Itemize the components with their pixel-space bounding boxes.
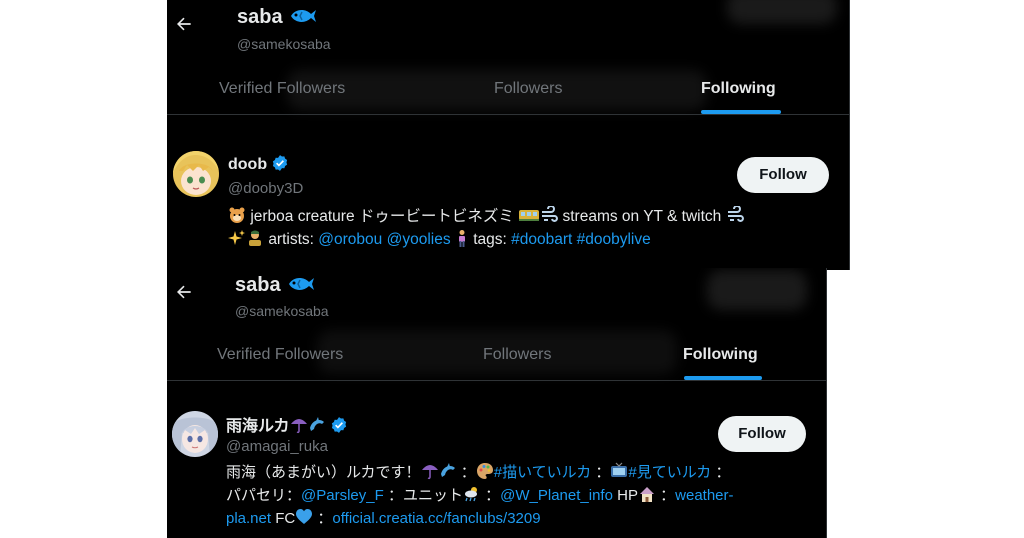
- bio-text: streams on YT & twitch: [562, 208, 722, 225]
- dash-emoji-icon: [542, 206, 559, 222]
- bio-line-2: パパセリ：@Parsley_F ：ユニット ：@W_Planet_info HP…: [226, 484, 734, 507]
- bio-text: ：: [460, 464, 476, 481]
- mention-link[interactable]: @orobou: [318, 231, 382, 248]
- user-name-text: 雨海ルカ: [226, 418, 290, 435]
- user-bio: 雨海（あまがい）ルカです！ ： #描いていルカ ： #見ていルカ ： パパセリ：@P…: [226, 461, 734, 530]
- website-link[interactable]: pla.net: [226, 510, 271, 527]
- back-button[interactable]: [174, 282, 194, 308]
- hamster-emoji-icon: [229, 207, 245, 223]
- following-screen-bottom: saba @samekosaba Verified Followers Foll…: [167, 268, 827, 538]
- profile-handle: @samekosaba: [235, 303, 329, 319]
- bio-text: jerboa creature ドゥービートビネズミ: [250, 208, 514, 225]
- bio-text: ：: [715, 464, 731, 481]
- fanclub-link[interactable]: official.creatia.cc/fanclubs/3209: [332, 510, 540, 527]
- bio-text: パパセリ：: [226, 487, 302, 504]
- mention-link[interactable]: @yoolies: [387, 231, 451, 248]
- profile-name: saba: [235, 274, 315, 297]
- person-emoji-icon: [458, 230, 465, 247]
- active-tab-indicator: [684, 376, 762, 380]
- bio-text: HP: [617, 487, 638, 504]
- avatar-image: [173, 151, 219, 197]
- profile-handle: @samekosaba: [237, 36, 331, 52]
- palette-emoji-icon: [476, 463, 493, 479]
- fish-icon: [290, 10, 316, 22]
- user-avatar[interactable]: [173, 151, 219, 197]
- follow-button[interactable]: Follow: [737, 157, 829, 193]
- umbrella-emoji-icon: [290, 419, 307, 434]
- tab-verified-followers[interactable]: Verified Followers: [219, 64, 345, 114]
- tab-bar: Verified Followers Followers Following: [167, 64, 849, 115]
- house-emoji-icon: [639, 487, 654, 502]
- bio-line-3: pla.net FC ：official.creatia.cc/fanclubs…: [226, 507, 734, 530]
- following-screen-top: saba @samekosaba Verified Followers Foll…: [167, 0, 850, 270]
- arrow-left-icon: [177, 17, 191, 31]
- user-name[interactable]: 雨海ルカ: [226, 412, 348, 436]
- tab-verified-followers[interactable]: Verified Followers: [217, 330, 343, 380]
- hashtag-link[interactable]: #doobart: [511, 231, 572, 248]
- verified-badge-icon: [331, 417, 346, 433]
- bio-text: artists:: [268, 231, 314, 248]
- bio-text: ：: [660, 487, 676, 504]
- hashtag-link[interactable]: #doobylive: [577, 231, 651, 248]
- artist-emoji-icon: [249, 230, 261, 246]
- mention-link[interactable]: @W_Planet_info: [500, 487, 613, 504]
- fish-icon: [288, 278, 314, 290]
- blue-heart-emoji-icon: [296, 509, 313, 524]
- umbrella-emoji-icon: [421, 465, 438, 480]
- rain-cloud-emoji-icon: [464, 487, 477, 502]
- hashtag-link[interactable]: #見ていルカ: [628, 464, 711, 481]
- bio-text: ：: [317, 510, 333, 527]
- tab-bar: Verified Followers Followers Following: [167, 330, 826, 381]
- website-link[interactable]: weather-: [675, 487, 733, 504]
- profile-name-text: saba: [237, 6, 283, 28]
- profile-name-text: saba: [235, 274, 281, 296]
- bio-line-1: jerboa creature ドゥービートビネズミ streams on YT…: [228, 205, 744, 228]
- verified-badge-icon: [272, 155, 288, 171]
- dolphin-emoji-icon: [440, 463, 455, 477]
- user-avatar[interactable]: [172, 411, 218, 457]
- train-emoji-icon: [519, 210, 540, 221]
- mention-link[interactable]: @Parsley_F: [301, 487, 384, 504]
- bio-line-2: artists: @orobou @yoolies tags: #doobart…: [228, 228, 744, 251]
- arrow-left-icon: [177, 285, 191, 299]
- avatar-image: [172, 411, 218, 457]
- dash-emoji-icon: [727, 206, 744, 222]
- tab-following[interactable]: Following: [701, 64, 776, 114]
- user-bio: jerboa creature ドゥービートビネズミ streams on YT…: [228, 205, 744, 251]
- dolphin-emoji-icon: [309, 417, 324, 431]
- sparkles-emoji-icon: [228, 230, 245, 245]
- bio-text: ：: [485, 487, 501, 504]
- user-name-text: doob: [228, 156, 268, 173]
- bio-text: ：ユニット: [387, 487, 463, 504]
- user-name[interactable]: doob: [228, 154, 289, 174]
- bio-text: 雨海（あまがい）ルカです！: [226, 464, 421, 481]
- tab-followers[interactable]: Followers: [494, 64, 562, 114]
- active-tab-indicator: [701, 110, 781, 114]
- user-handle: @amagai_ruka: [226, 438, 328, 455]
- bio-text: FC: [275, 510, 296, 527]
- bio-line-1: 雨海（あまがい）ルカです！ ： #描いていルカ ： #見ていルカ ：: [226, 461, 734, 484]
- tab-following[interactable]: Following: [683, 330, 758, 380]
- profile-name: saba: [237, 6, 317, 29]
- tv-emoji-icon: [611, 462, 628, 477]
- bio-text: ：: [595, 464, 611, 481]
- back-button[interactable]: [174, 14, 194, 40]
- hashtag-link[interactable]: #描いていルカ: [494, 464, 591, 481]
- user-handle: @dooby3D: [228, 180, 304, 197]
- tab-followers[interactable]: Followers: [483, 330, 551, 380]
- bio-text: tags:: [473, 231, 507, 248]
- follow-button[interactable]: Follow: [718, 416, 806, 452]
